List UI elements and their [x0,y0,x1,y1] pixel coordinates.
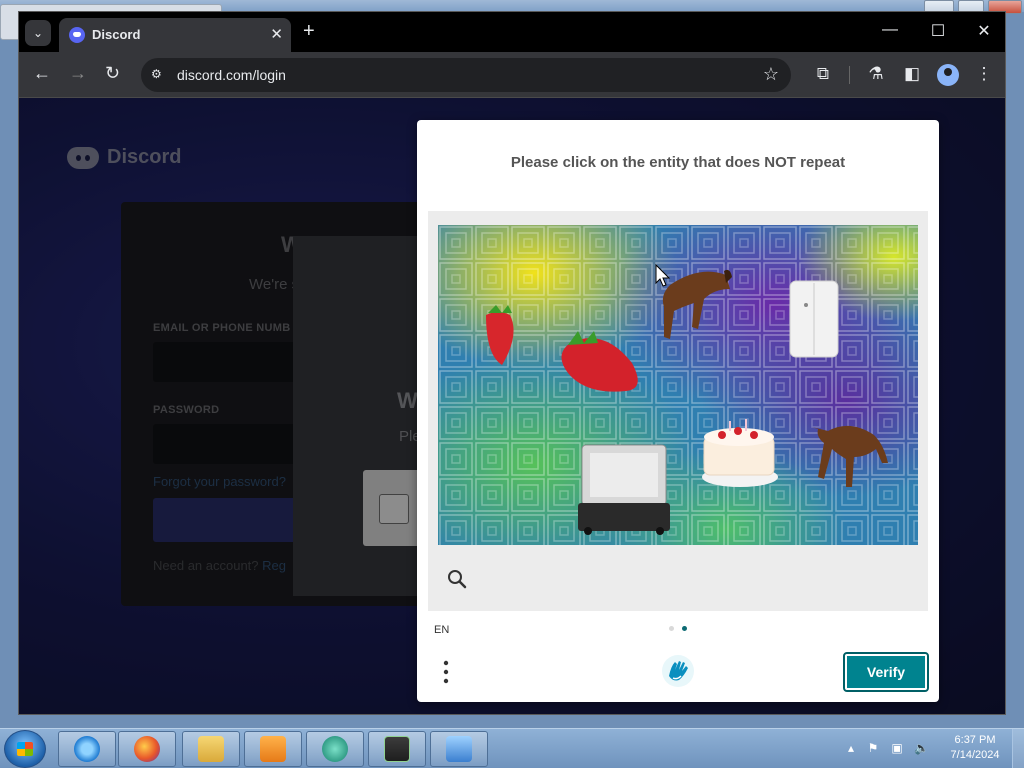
captcha-image[interactable] [438,225,918,545]
browser-toolbar: ← → ↻ ⚙ discord.com/login ☆ ⧉ ⚗ ◧ ⋮ [19,52,1005,98]
firefox-icon [134,736,160,762]
network-icon[interactable]: ▣ [890,741,904,755]
toolbar-divider [849,66,850,84]
clock-date: 7/14/2024 [950,749,1000,761]
new-tab-button[interactable]: + [303,21,315,41]
captcha-image-art [438,225,918,545]
url-text[interactable]: discord.com/login [177,67,286,83]
refrigerator [789,280,839,358]
taskbar-firefox[interactable] [118,731,176,767]
extensions-icon[interactable]: ⧉ [812,63,834,85]
suitcase [578,444,670,535]
minimize-button[interactable]: — [875,21,905,39]
site-settings-icon[interactable]: ⚙ [151,67,167,83]
captcha-panel [428,211,928,611]
window-close-button[interactable]: ✕ [969,21,999,41]
page-dot-2 [682,626,687,631]
reload-button[interactable]: ↻ [105,64,120,82]
chevron-down-icon: ⌄ [32,26,44,40]
app-icon [322,736,348,762]
page-indicator [669,626,687,631]
profile-avatar-icon[interactable] [937,64,959,86]
address-bar[interactable]: ⚙ discord.com/login ☆ [141,58,791,92]
taskbar-media-player[interactable] [244,731,302,767]
taskbar: ▴ ⚑ ▣ 🔈 6:37 PM 7/14/2024 [0,728,1024,768]
media-player-icon [260,736,286,762]
captcha-challenge: Please click on the entity that does NOT… [417,120,939,702]
internet-explorer-icon [74,736,100,762]
action-center-flag-icon[interactable]: ⚑ [866,741,880,755]
control-panel-icon [446,736,472,762]
hcaptcha-logo-icon [662,655,694,687]
taskbar-control-panel[interactable] [430,731,488,767]
taskbar-file-explorer[interactable] [182,731,240,767]
close-icon[interactable]: ✕ [270,25,283,43]
tab-discord[interactable]: Discord ✕ [59,18,291,52]
labs-flask-icon[interactable]: ⚗ [865,63,887,85]
volume-muted-icon[interactable]: 🔈 [914,741,929,755]
language-selector[interactable]: EN [434,624,449,636]
captcha-prompt: Please click on the entity that does NOT… [510,154,846,171]
more-menu-icon[interactable]: ⋮ [973,63,995,85]
side-panel-icon[interactable]: ◧ [901,63,923,85]
discord-favicon-icon [69,27,85,43]
page-dot-1 [669,626,674,631]
clock-time: 6:37 PM [954,734,996,746]
system-clock[interactable]: 6:37 PM 7/14/2024 [942,733,1008,763]
forward-button[interactable]: → [69,64,87,82]
tab-title: Discord [92,27,141,42]
start-button-icon[interactable] [4,730,46,768]
terminal-icon [384,736,410,762]
menu-dots-icon[interactable] [443,660,449,684]
verify-button[interactable]: Verify [843,652,929,692]
tab-bar: ⌄ Discord ✕ + — ☐ ✕ [19,12,1005,52]
tray-expand-icon[interactable]: ▴ [844,741,858,755]
tab-search-button[interactable]: ⌄ [25,20,51,46]
zoom-search-icon[interactable] [446,568,468,590]
taskbar-internet-explorer[interactable] [58,731,116,767]
taskbar-terminal[interactable] [368,731,426,767]
back-button[interactable]: ← [33,64,51,82]
maximize-button[interactable]: ☐ [923,21,953,41]
taskbar-app[interactable] [306,731,364,767]
file-explorer-icon [198,736,224,762]
bookmark-star-icon[interactable]: ☆ [763,64,779,85]
show-desktop-button[interactable] [1012,729,1024,768]
